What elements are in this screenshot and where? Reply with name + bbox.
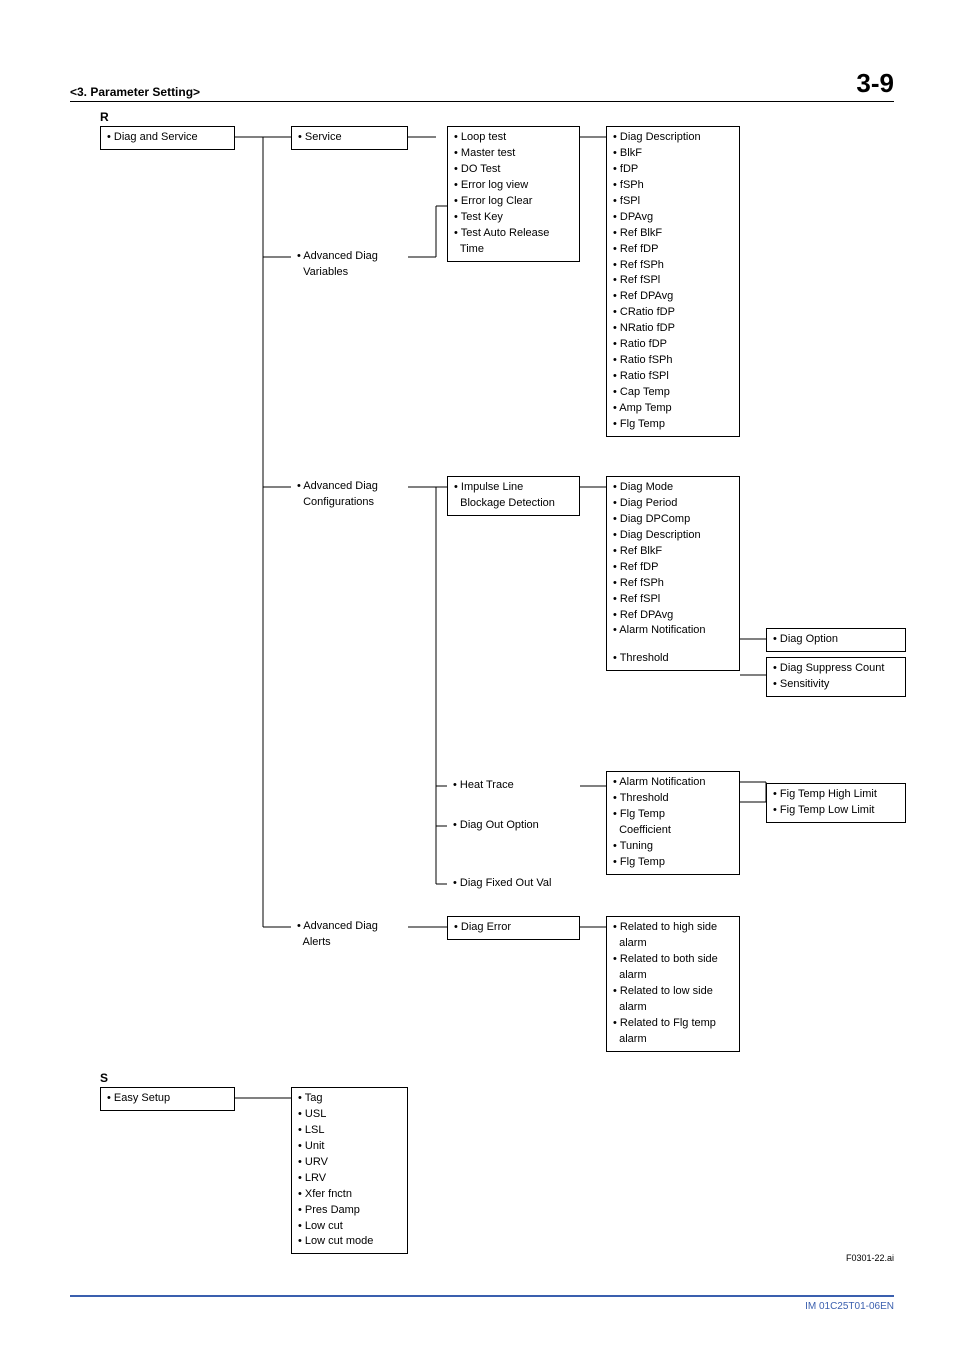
node-diag-description-list: • Diag Description • BlkF • fDP • fSPh •… — [606, 126, 740, 437]
node-alerts-detail-list: • Related to high side alarm • Related t… — [606, 916, 740, 1052]
node-service: • Service — [291, 126, 408, 150]
page-header: <3. Parameter Setting> 3-9 — [70, 68, 894, 102]
figure-reference: F0301-22.ai — [846, 1252, 894, 1265]
header-section: <3. Parameter Setting> — [70, 85, 200, 99]
node-impulse-line-blockage: • Impulse Line Blockage Detection — [447, 476, 580, 516]
node-diag-fixed-out-val: • Diag Fixed Out Val — [447, 873, 580, 895]
node-impulse-detail-list: • Diag Mode • Diag Period • Diag DPComp … — [606, 476, 740, 671]
node-heat-trace: • Heat Trace — [447, 775, 580, 797]
section-letter-r: R — [100, 110, 894, 124]
page-footer: IM 01C25T01-06EN — [70, 1295, 894, 1312]
header-pagenum: 3-9 — [856, 68, 894, 99]
node-easy-setup-list: • Tag • USL • LSL • Unit • URV • LRV • X… — [291, 1087, 408, 1254]
footer-docid: IM 01C25T01-06EN — [805, 1301, 894, 1312]
diagram-r: • Diag and Service • Service • Advanced … — [100, 126, 894, 1031]
section-letter-s: S — [100, 1071, 894, 1085]
node-diag-option: • Diag Option — [766, 628, 906, 652]
node-diag-suppress-sensitivity: • Diag Suppress Count • Sensitivity — [766, 657, 906, 697]
diagram-s: • Easy Setup • Tag • USL • LSL • Unit • … — [100, 1087, 894, 1265]
node-advanced-diag-configurations: • Advanced Diag Configurations — [291, 476, 408, 514]
node-diag-error: • Diag Error — [447, 916, 580, 940]
node-heat-trace-detail-list: • Alarm Notification • Threshold • Flg T… — [606, 771, 740, 875]
root-diag-and-service: • Diag and Service — [100, 126, 235, 150]
node-advanced-diag-variables: • Advanced Diag Variables — [291, 246, 408, 284]
node-advanced-diag-alerts: • Advanced Diag Alerts — [291, 916, 408, 954]
node-fig-temp-limits: • Fig Temp High Limit • Fig Temp Low Lim… — [766, 783, 906, 823]
root-easy-setup: • Easy Setup — [100, 1087, 235, 1111]
node-service-list: • Loop test • Master test • DO Test • Er… — [447, 126, 580, 262]
node-diag-out-option: • Diag Out Option — [447, 815, 580, 837]
connectors-r — [100, 126, 920, 1031]
